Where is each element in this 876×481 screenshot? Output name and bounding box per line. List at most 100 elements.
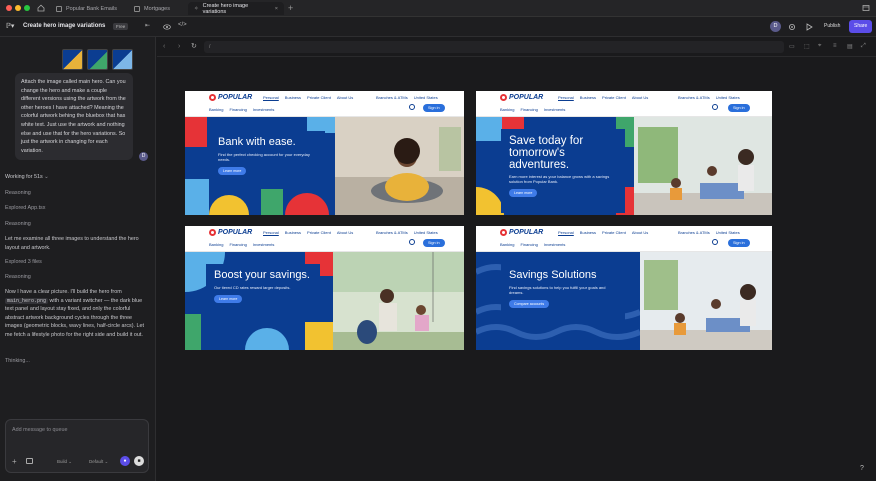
send-icon[interactable]: ■ — [134, 456, 144, 466]
collapse-sidebar-icon[interactable]: ⇤ — [145, 22, 150, 29]
nav-link-personal[interactable]: Personal — [558, 95, 574, 100]
nav-link-personal[interactable]: Personal — [263, 230, 279, 235]
sub-link-banking[interactable]: Banking — [500, 242, 514, 247]
branches-link[interactable]: Branches & ATMs — [376, 230, 408, 235]
sign-in-button[interactable]: Sign in — [728, 239, 750, 247]
nav-link-personal[interactable]: Personal — [558, 230, 574, 235]
preview-eye-icon[interactable] — [163, 23, 171, 31]
reload-icon[interactable]: ↻ — [191, 42, 197, 50]
attachment-thumbnail[interactable] — [112, 49, 133, 70]
sub-link-investments[interactable]: Investments — [253, 242, 275, 247]
popular-logo[interactable]: POPULAR — [209, 229, 252, 236]
sub-link-investments[interactable]: Investments — [253, 107, 275, 112]
nav-link-private-client[interactable]: Private Client — [307, 95, 331, 100]
sub-link-investments[interactable]: Investments — [544, 242, 566, 247]
nav-link-private-client[interactable]: Private Client — [307, 230, 331, 235]
tab-popular-bank-emails[interactable]: Popular Bank Emails — [50, 2, 123, 15]
tab-mortgages[interactable]: Mortgages — [128, 2, 176, 15]
nav-link-about-us[interactable]: About Us — [632, 95, 648, 100]
nav-link-about-us[interactable]: About Us — [337, 95, 353, 100]
popular-logo[interactable]: POPULAR — [500, 229, 543, 236]
sign-in-button[interactable]: Sign in — [728, 104, 750, 112]
add-attachment-icon[interactable]: + — [12, 458, 17, 466]
user-avatar[interactable]: D — [770, 21, 781, 32]
nav-link-business[interactable]: Business — [580, 95, 596, 100]
home-icon[interactable] — [37, 4, 45, 12]
hero-cta-button[interactable]: Compare accounts — [509, 299, 550, 308]
new-tab-button[interactable]: + — [288, 3, 293, 13]
sub-link-banking[interactable]: Banking — [209, 107, 223, 112]
nav-link-private-client[interactable]: Private Client — [602, 230, 626, 235]
nav-link-business[interactable]: Business — [580, 230, 596, 235]
sub-link-banking[interactable]: Banking — [500, 107, 514, 112]
help-button[interactable]: ? — [857, 464, 867, 474]
branches-link[interactable]: Branches & ATMs — [678, 230, 710, 235]
sub-link-financing[interactable]: Financing — [229, 107, 246, 112]
comment-icon[interactable]: ▤ — [847, 43, 853, 50]
search-icon[interactable] — [712, 104, 718, 110]
url-input[interactable]: / — [204, 41, 784, 53]
nav-link-private-client[interactable]: Private Client — [602, 95, 626, 100]
close-tab-icon[interactable]: × — [275, 6, 278, 12]
working-status[interactable]: Working for 51s ⌄ — [5, 173, 49, 182]
sign-in-button[interactable]: Sign in — [423, 104, 445, 112]
sub-link-financing[interactable]: Financing — [520, 242, 537, 247]
region-select[interactable]: United States — [414, 95, 438, 100]
publish-button[interactable]: Publish — [818, 20, 846, 33]
search-icon[interactable] — [712, 239, 718, 245]
reasoning-toggle[interactable]: Reasoning — [5, 273, 31, 282]
region-select[interactable]: United States — [414, 230, 438, 235]
close-window-button[interactable] — [6, 5, 12, 11]
reasoning-toggle[interactable]: Reasoning — [5, 220, 31, 229]
explored-file[interactable]: Explored App.tsx — [5, 204, 45, 213]
forward-icon[interactable]: › — [178, 43, 180, 50]
hero-cta-button[interactable]: Learn more — [214, 294, 243, 303]
fullscreen-icon[interactable]: ⤢ — [861, 43, 866, 50]
project-title[interactable]: Create hero image variations — [23, 23, 105, 29]
sub-link-banking[interactable]: Banking — [209, 242, 223, 247]
region-select[interactable]: United States — [716, 230, 740, 235]
reasoning-toggle[interactable]: Reasoning — [5, 189, 31, 198]
minimize-window-button[interactable] — [15, 5, 21, 11]
search-icon[interactable] — [409, 104, 415, 110]
attachment-thumbnail[interactable] — [87, 49, 108, 70]
image-icon[interactable] — [26, 458, 33, 464]
composer-input[interactable]: Add message to queue — [12, 427, 67, 433]
nav-link-business[interactable]: Business — [285, 95, 301, 100]
app-logo-icon[interactable]: ℙ▾ — [6, 22, 14, 30]
sub-link-investments[interactable]: Investments — [544, 107, 566, 112]
share-button[interactable]: Share — [849, 20, 873, 33]
branches-link[interactable]: Branches & ATMs — [376, 95, 408, 100]
model-select[interactable]: Default ⌄ — [89, 459, 108, 465]
popular-logo[interactable]: POPULAR — [500, 94, 543, 101]
nav-link-personal[interactable]: Personal — [263, 95, 279, 100]
search-icon[interactable] — [409, 239, 415, 245]
region-select[interactable]: United States — [716, 95, 740, 100]
mode-select[interactable]: Build ⌄ — [57, 459, 72, 465]
settings-gear-icon[interactable] — [788, 23, 796, 31]
message-composer[interactable]: Add message to queue + Build ⌄ Default ⌄… — [5, 419, 149, 473]
zoom-window-button[interactable] — [24, 5, 30, 11]
play-icon[interactable] — [805, 23, 813, 31]
explored-files[interactable]: Explored 3 files — [5, 258, 42, 267]
popular-logo[interactable]: POPULAR — [209, 94, 252, 101]
code-view-icon[interactable]: </> — [178, 22, 187, 28]
back-icon[interactable]: ‹ — [163, 43, 165, 50]
hero-cta-button[interactable]: Learn more — [218, 166, 247, 175]
sub-link-financing[interactable]: Financing — [520, 107, 537, 112]
inspect-icon[interactable]: ⬚ — [804, 43, 810, 50]
window-layout-icon[interactable] — [862, 4, 870, 12]
sub-link-financing[interactable]: Financing — [229, 242, 246, 247]
branches-link[interactable]: Branches & ATMs — [678, 95, 710, 100]
hero-cta-button[interactable]: Learn more — [509, 189, 538, 198]
nav-link-business[interactable]: Business — [285, 230, 301, 235]
nav-link-about-us[interactable]: About Us — [337, 230, 353, 235]
select-element-icon[interactable]: ⌖ — [818, 43, 821, 50]
attachment-thumbnail[interactable] — [62, 49, 83, 70]
sign-in-button[interactable]: Sign in — [423, 239, 445, 247]
tab-create-hero-image-variations[interactable]: ✧ Create hero image variations × — [188, 2, 284, 15]
microphone-icon[interactable]: ● — [120, 456, 130, 466]
layers-icon[interactable]: ≡ — [833, 43, 837, 49]
nav-link-about-us[interactable]: About Us — [632, 230, 648, 235]
device-icon[interactable]: ▭ — [789, 43, 795, 50]
